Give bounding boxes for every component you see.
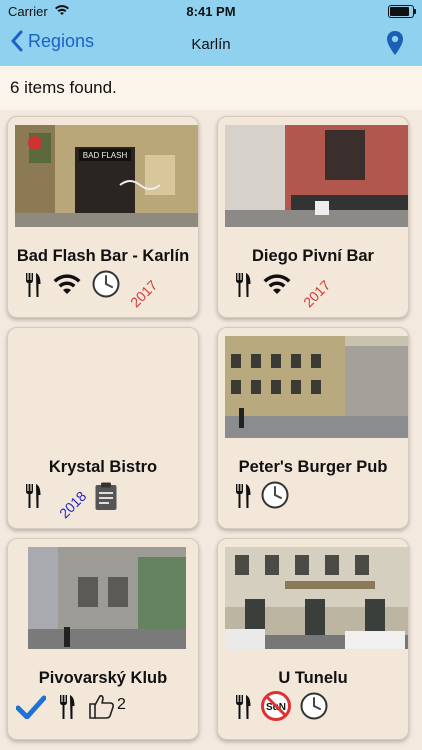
place-name: Peter's Burger Pub xyxy=(238,458,388,476)
clock-icon xyxy=(261,481,289,509)
clipboard-icon xyxy=(95,482,117,510)
clock-time: 8:41 PM xyxy=(186,4,236,19)
no-sunday-icon: SuN xyxy=(261,691,291,721)
fork-knife-icon xyxy=(236,273,251,297)
year-badge: 2018 xyxy=(56,487,90,522)
place-name: Diego Pivní Bar xyxy=(252,247,374,265)
fork-knife-icon xyxy=(236,484,251,508)
place-name: Krystal Bistro xyxy=(48,458,158,476)
place-card[interactable]: BAD FLASH Bad Flash Bar - Karlín 2017 xyxy=(7,116,199,318)
results-count-bar: 6 items found. xyxy=(0,66,422,110)
place-card[interactable]: Pivovarský Klub 2 xyxy=(7,538,199,740)
building-photo xyxy=(225,336,408,438)
place-name: U Tunelu xyxy=(278,669,348,687)
battery-icon xyxy=(388,5,416,18)
checkmark-icon xyxy=(16,695,46,719)
fork-knife-icon xyxy=(60,695,75,719)
building-photo xyxy=(225,547,408,649)
wifi-icon xyxy=(263,274,291,294)
place-name: Pivovarský Klub xyxy=(38,669,168,687)
clock-icon xyxy=(300,692,328,720)
fork-knife-icon xyxy=(236,695,251,719)
building-photo: BAD FLASH xyxy=(15,125,198,227)
map-pin-icon[interactable] xyxy=(386,30,404,56)
building-photo xyxy=(28,547,186,649)
place-name: Bad Flash Bar - Karlín xyxy=(16,247,190,265)
page-title: Karlín xyxy=(191,36,231,53)
place-card[interactable]: Diego Pivní Bar 2017 xyxy=(217,116,409,318)
navigation-bar: Regions Karlín xyxy=(0,22,422,66)
likes-count: 2 xyxy=(117,696,126,713)
status-bar: Carrier 8:41 PM xyxy=(0,0,422,22)
wifi-icon xyxy=(53,274,81,294)
thumbs-up-icon xyxy=(89,695,115,719)
results-count-text: 6 items found. xyxy=(10,78,117,97)
svg-text:BAD FLASH: BAD FLASH xyxy=(83,151,128,160)
building-photo xyxy=(225,125,408,227)
fork-knife-icon xyxy=(26,484,41,508)
place-card[interactable]: U Tunelu SuN xyxy=(217,538,409,740)
place-card[interactable]: Peter's Burger Pub xyxy=(217,327,409,529)
place-card[interactable]: Krystal Bistro 2018 xyxy=(7,327,199,529)
fork-knife-icon xyxy=(26,273,41,297)
clock-icon xyxy=(92,270,120,298)
year-badge: 2017 xyxy=(300,276,334,311)
year-badge: 2017 xyxy=(127,276,161,311)
